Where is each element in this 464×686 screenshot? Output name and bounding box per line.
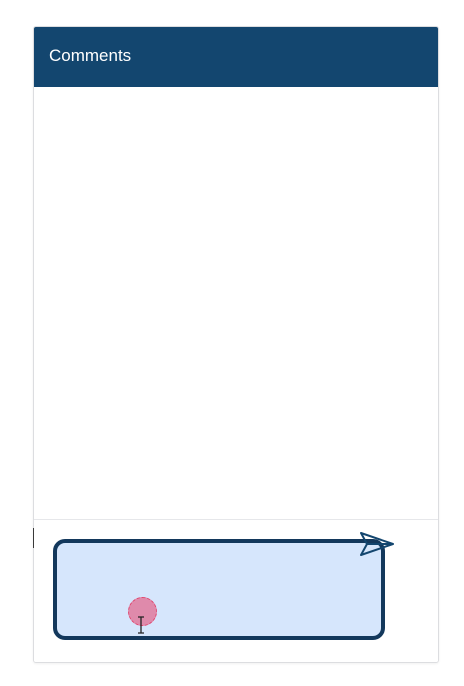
- text-cursor-icon: [138, 616, 144, 634]
- panel-title: Comments: [49, 46, 132, 65]
- text-caret: [33, 528, 34, 548]
- send-icon: [360, 532, 394, 556]
- comments-panel: Comments: [33, 26, 439, 663]
- comment-input[interactable]: [53, 539, 385, 640]
- panel-header: Comments: [34, 27, 438, 87]
- comments-list: [34, 87, 438, 519]
- send-button[interactable]: [357, 524, 397, 564]
